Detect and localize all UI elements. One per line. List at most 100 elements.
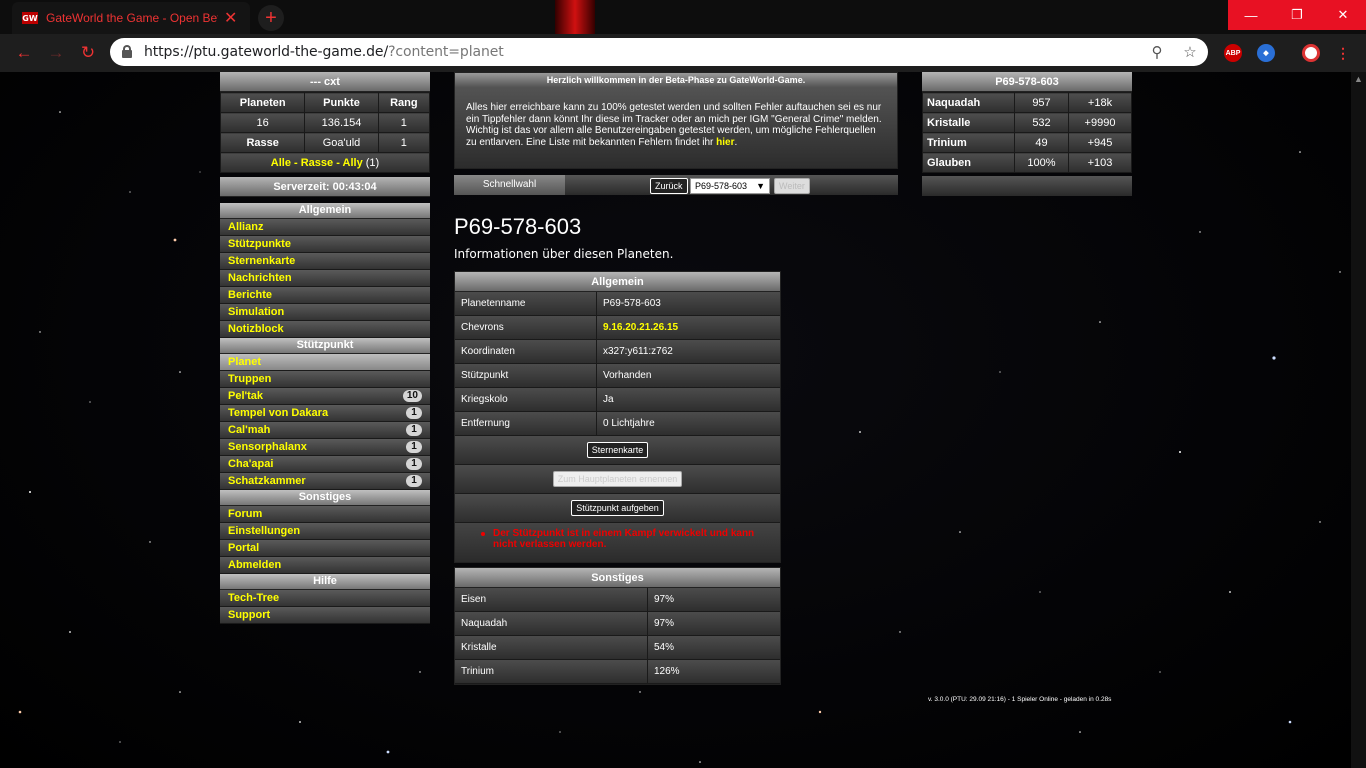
version-footer: v. 3.0.0 (PTU: 29.09 21:16) - 1 Spieler …	[928, 696, 1112, 703]
menu-item-techtree[interactable]: Tech-Tree	[220, 590, 430, 607]
welcome-text: Alles hier erreichbare kann zu 100% gete…	[466, 102, 882, 148]
table-row: Glauben 100% +103	[922, 152, 1132, 173]
header-rank: Rang	[377, 92, 431, 113]
count-badge: 1	[406, 475, 422, 487]
adblock-icon[interactable]: ABP	[1224, 44, 1242, 62]
browser-tab-strip: GW GateWorld the Game - Open Beta ✕ + — …	[0, 0, 1366, 34]
menu-item-logout[interactable]: Abmelden	[220, 557, 430, 574]
table-row: Entfernung 0 Lichtjahre	[455, 412, 780, 436]
menu-item-simulation[interactable]: Simulation	[220, 304, 430, 321]
chat-links[interactable]: Alle - Rasse - Ally (1)	[220, 152, 430, 173]
scroll-up-icon[interactable]: ▲	[1351, 72, 1366, 87]
address-bar[interactable]: https://ptu.gateworld-the-game.de/?conte…	[110, 38, 1208, 66]
table-row: Koordinaten x327:y611:z762	[455, 340, 780, 364]
race-label: Rasse	[219, 132, 306, 153]
profile-avatar[interactable]	[1302, 44, 1320, 62]
close-window-button[interactable]: ✕	[1320, 0, 1366, 30]
menu-item-sensorphalanx[interactable]: Sensorphalanx 1	[220, 439, 430, 456]
menu-section-help: Hilfe	[220, 574, 430, 590]
zoom-icon[interactable]: ⚲	[1148, 43, 1166, 61]
menu-dots-icon[interactable]: ⋮	[1334, 44, 1352, 62]
starmap-button[interactable]: Sternenkarte	[586, 442, 649, 458]
menu-item-alliance[interactable]: Allianz	[220, 219, 430, 236]
set-main-planet-button[interactable]: Zum Hauptplaneten ernennen	[552, 471, 683, 487]
menu-section-misc: Sonstiges	[220, 490, 430, 506]
reload-icon[interactable]: ↻	[78, 43, 98, 63]
back-button[interactable]: Zurück	[650, 178, 688, 194]
header-points: Punkte	[304, 92, 379, 113]
menu-item-notepad[interactable]: Notizblock	[220, 321, 430, 338]
next-button[interactable]: Weiter	[774, 178, 810, 194]
main-planet-button-row: Zum Hauptplaneten ernennen	[455, 465, 780, 494]
table-row: Kriegskolo Ja	[455, 388, 780, 412]
value-points: 136.154	[304, 112, 379, 133]
menu-item-temple-dakara[interactable]: Tempel von Dakara 1	[220, 405, 430, 422]
restore-button[interactable]: ❐	[1274, 0, 1320, 30]
menu-item-settings[interactable]: Einstellungen	[220, 523, 430, 540]
menu-item-planet[interactable]: Planet	[220, 354, 430, 371]
starmap-button-row: Sternenkarte	[455, 436, 780, 465]
count-badge: 1	[406, 407, 422, 419]
new-tab-button[interactable]: +	[258, 5, 284, 31]
chevron-code: 9.16.20.21.26.15	[603, 322, 679, 333]
value-rank: 1	[377, 112, 431, 133]
lock-icon	[122, 45, 132, 58]
background-glow	[555, 0, 595, 34]
minimize-button[interactable]: —	[1228, 0, 1274, 30]
table-row: Kristalle 532 +9990	[922, 112, 1132, 133]
bookmark-star-icon[interactable]: ☆	[1181, 43, 1199, 61]
known-bugs-link[interactable]: hier	[716, 137, 734, 148]
url-text: https://ptu.gateworld-the-game.de/?conte…	[144, 44, 504, 60]
player-stats-table: Planeten Punkte Rang 16 136.154 1 Rasse …	[219, 92, 431, 173]
misc-title: Sonstiges	[455, 568, 780, 588]
count-badge: 10	[402, 390, 422, 402]
resource-footer-bar	[922, 176, 1132, 196]
back-arrow-icon[interactable]: ←	[14, 43, 34, 63]
extension-icon[interactable]: ◆	[1257, 44, 1275, 62]
menu-item-troops[interactable]: Truppen	[220, 371, 430, 388]
server-time: Serverzeit: 00:43:04	[220, 177, 430, 197]
menu-section-general: Allgemein	[220, 203, 430, 219]
resource-table: Naquadah 957 +18k Kristalle 532 +9990 Triniu…	[922, 92, 1132, 173]
menu-item-treasury[interactable]: Schatzkammer 1	[220, 473, 430, 490]
planet-select[interactable]: P69-578-603 ▼	[690, 178, 770, 194]
menu-item-chaapai[interactable]: Cha'apai 1	[220, 456, 430, 473]
table-row: Trinium 49 +945	[922, 132, 1132, 153]
menu-item-support[interactable]: Support	[220, 607, 430, 624]
menu-section-base: Stützpunkt	[220, 338, 430, 354]
menu-item-starmap[interactable]: Sternenkarte	[220, 253, 430, 270]
table-row: Eisen 97%	[455, 588, 780, 612]
general-table: Allgemein Planetenname P69-578-603 Chevro…	[454, 271, 781, 563]
menu-item-reports[interactable]: Berichte	[220, 287, 430, 304]
table-row: Trinium 126%	[455, 660, 780, 684]
count-badge: 1	[406, 441, 422, 453]
site-favicon-icon: GW	[22, 12, 38, 24]
menu-item-bases[interactable]: Stützpunkte	[220, 236, 430, 253]
menu-item-calmah[interactable]: Cal'mah 1	[220, 422, 430, 439]
game-page: --- cxt Planeten Punkte Rang 16 136.154 …	[0, 72, 1351, 768]
menu-item-forum[interactable]: Forum	[220, 506, 430, 523]
abandon-base-button[interactable]: Stützpunkt aufgeben	[571, 500, 664, 516]
menu-item-peltak[interactable]: Pel'tak 10	[220, 388, 430, 405]
page-scrollbar[interactable]: ▲	[1351, 72, 1366, 768]
menu-item-messages[interactable]: Nachrichten	[220, 270, 430, 287]
abandon-button-row: Stützpunkt aufgeben	[455, 494, 780, 523]
misc-table: Sonstiges Eisen 97% Naquadah 97% Kristalle…	[454, 567, 781, 685]
dropdown-arrow-icon: ▼	[756, 181, 765, 191]
value-planets: 16	[219, 112, 306, 133]
menu-item-portal[interactable]: Portal	[220, 540, 430, 557]
race-value: Goa'uld	[304, 132, 379, 153]
header-planets: Planeten	[219, 92, 306, 113]
browser-tab[interactable]: GW GateWorld the Game - Open Beta ✕	[12, 2, 250, 34]
welcome-title: Herzlich willkommen in der Beta-Phase zu…	[455, 73, 897, 87]
side-menu: Allgemein Allianz Stützpunkte Sternenkar…	[220, 203, 430, 624]
table-row: Naquadah 957 +18k	[922, 92, 1132, 113]
page-title: P69-578-603	[454, 214, 582, 239]
forward-arrow-icon[interactable]: →	[46, 43, 66, 63]
quickselect-bar: Schnellwahl Zurück P69-578-603 ▼ Weiter	[454, 175, 898, 195]
count-badge: 1	[406, 424, 422, 436]
tab-close-icon[interactable]: ✕	[224, 8, 237, 28]
quickselect-label: Schnellwahl	[454, 175, 565, 195]
warning-message: Der Stützpunkt ist in einem Kampf verwic…	[455, 523, 780, 562]
table-row: Naquadah 97%	[455, 612, 780, 636]
